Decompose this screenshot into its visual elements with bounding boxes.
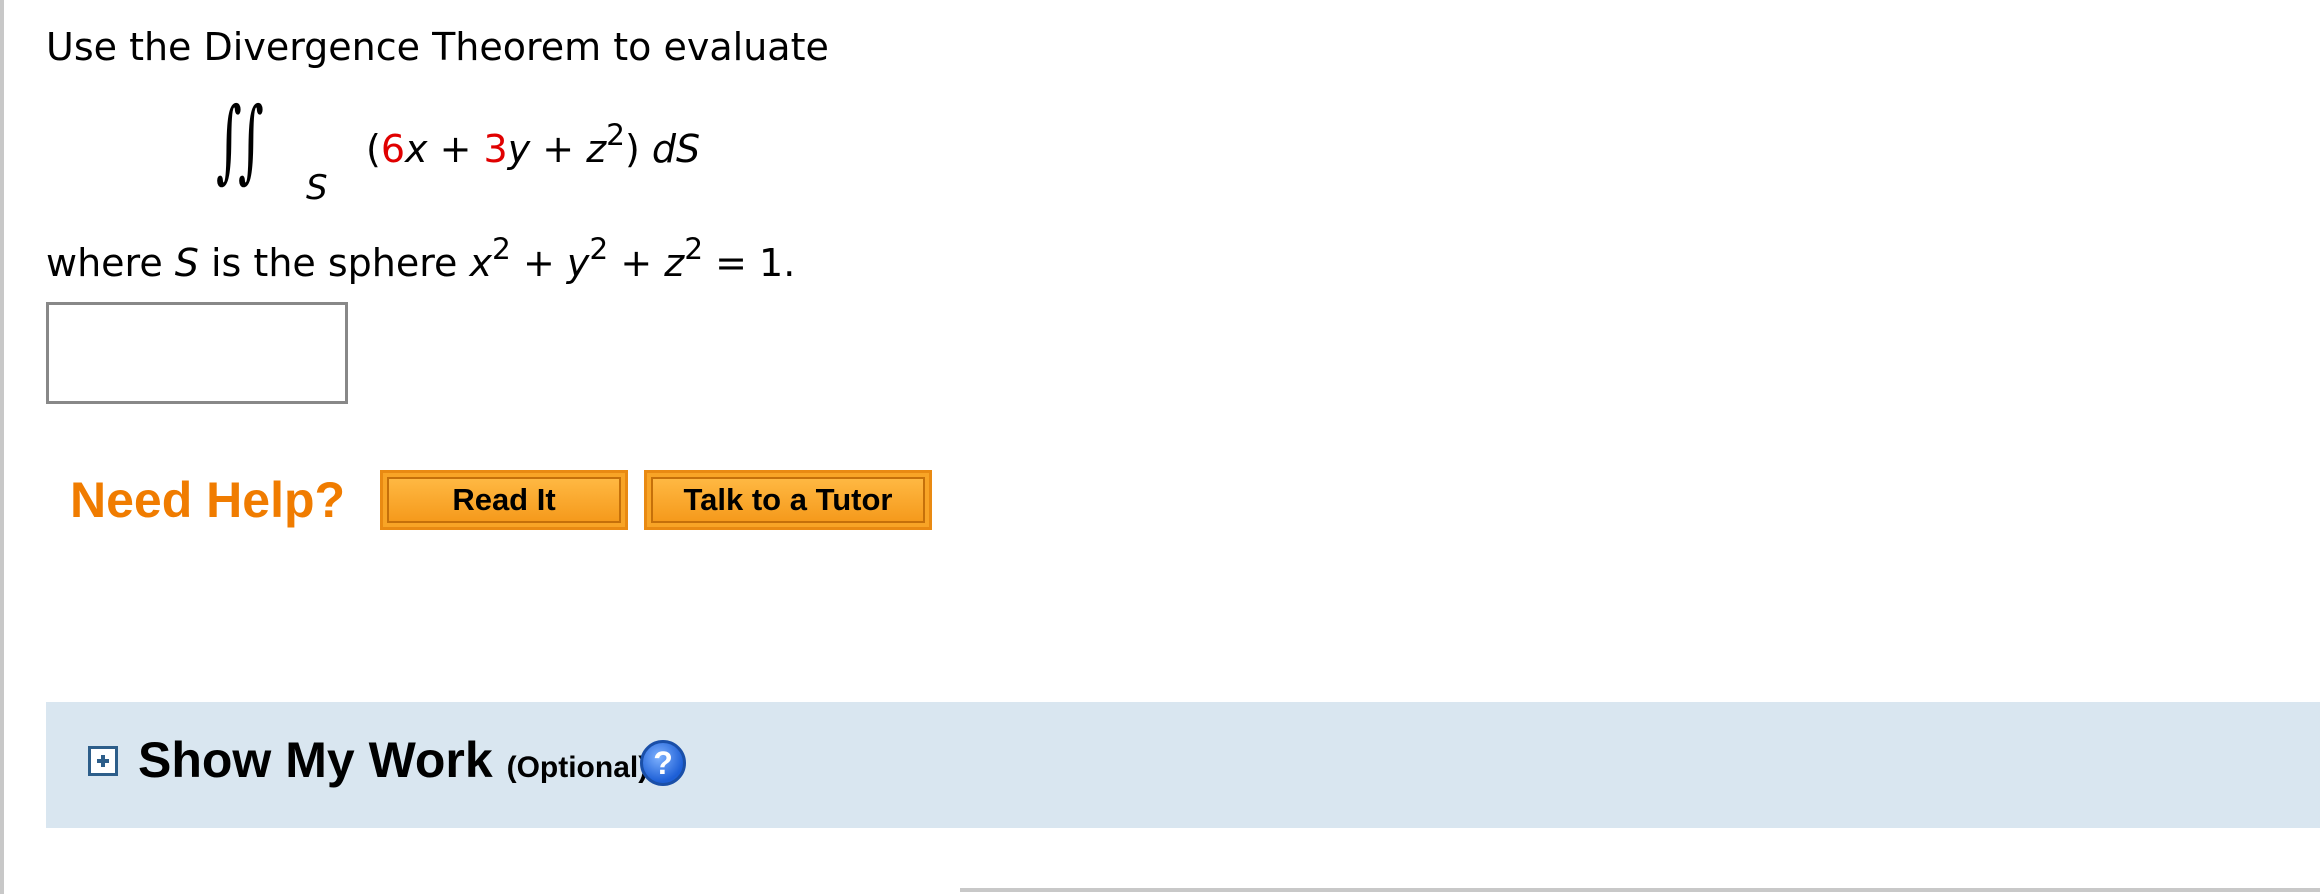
coefficient-y: 3 bbox=[483, 127, 508, 171]
variable-y: y bbox=[566, 241, 590, 285]
integral-sign-icon: ∫ bbox=[238, 88, 264, 193]
talk-to-tutor-button[interactable]: Talk to a Tutor bbox=[644, 470, 932, 530]
differential: dS bbox=[639, 127, 701, 171]
optional-label: (Optional) bbox=[506, 751, 649, 784]
integral-subscript: S bbox=[306, 168, 328, 208]
where-text: is the sphere bbox=[198, 241, 470, 285]
need-help-row: Need Help? Read It Talk to a Tutor bbox=[70, 468, 1070, 532]
where-text: where bbox=[46, 241, 175, 285]
exponent: 2 bbox=[589, 231, 609, 267]
paren-close: ) bbox=[625, 127, 640, 171]
read-it-button[interactable]: Read It bbox=[380, 470, 628, 530]
show-my-work-toggle[interactable]: Show My Work (Optional) bbox=[138, 730, 648, 798]
question-prompt: Use the Divergence Theorem to evaluate bbox=[46, 25, 829, 69]
equals-one: = 1. bbox=[703, 241, 796, 285]
plus-sign: + bbox=[530, 127, 587, 171]
variable-y: y bbox=[507, 127, 531, 171]
plus-sign: + bbox=[608, 241, 665, 285]
read-it-label: Read It bbox=[387, 477, 621, 523]
plus-sign: + bbox=[510, 241, 567, 285]
variable-z: z bbox=[586, 127, 607, 171]
variable-x: x bbox=[405, 127, 428, 171]
paren-open: ( bbox=[366, 127, 381, 171]
answer-input[interactable] bbox=[46, 302, 348, 404]
surface-symbol: S bbox=[174, 241, 199, 285]
question-mark-icon[interactable]: ? bbox=[640, 740, 686, 786]
exponent: 2 bbox=[606, 117, 626, 153]
bottom-divider bbox=[960, 888, 2320, 892]
exponent: 2 bbox=[492, 231, 511, 267]
integrand: (6x + 3y + z2) dS bbox=[366, 120, 701, 174]
coefficient-x: 6 bbox=[380, 127, 406, 171]
show-my-work-title: Show My Work bbox=[138, 732, 493, 788]
need-help-label: Need Help? bbox=[70, 472, 346, 528]
sphere-condition: where S is the sphere x2 + y2 + z2 = 1. bbox=[46, 234, 796, 288]
surface-integral: ∫ ∫ S (6x + 3y + z2) dS bbox=[206, 88, 906, 209]
left-border bbox=[0, 0, 4, 894]
expand-plus-icon[interactable] bbox=[88, 746, 118, 776]
variable-x: x bbox=[469, 241, 493, 285]
exponent: 2 bbox=[684, 231, 704, 267]
talk-to-tutor-label: Talk to a Tutor bbox=[651, 477, 925, 523]
show-my-work-panel: Show My Work (Optional) ? bbox=[46, 702, 2320, 828]
variable-z: z bbox=[664, 241, 685, 285]
plus-sign: + bbox=[427, 127, 484, 171]
